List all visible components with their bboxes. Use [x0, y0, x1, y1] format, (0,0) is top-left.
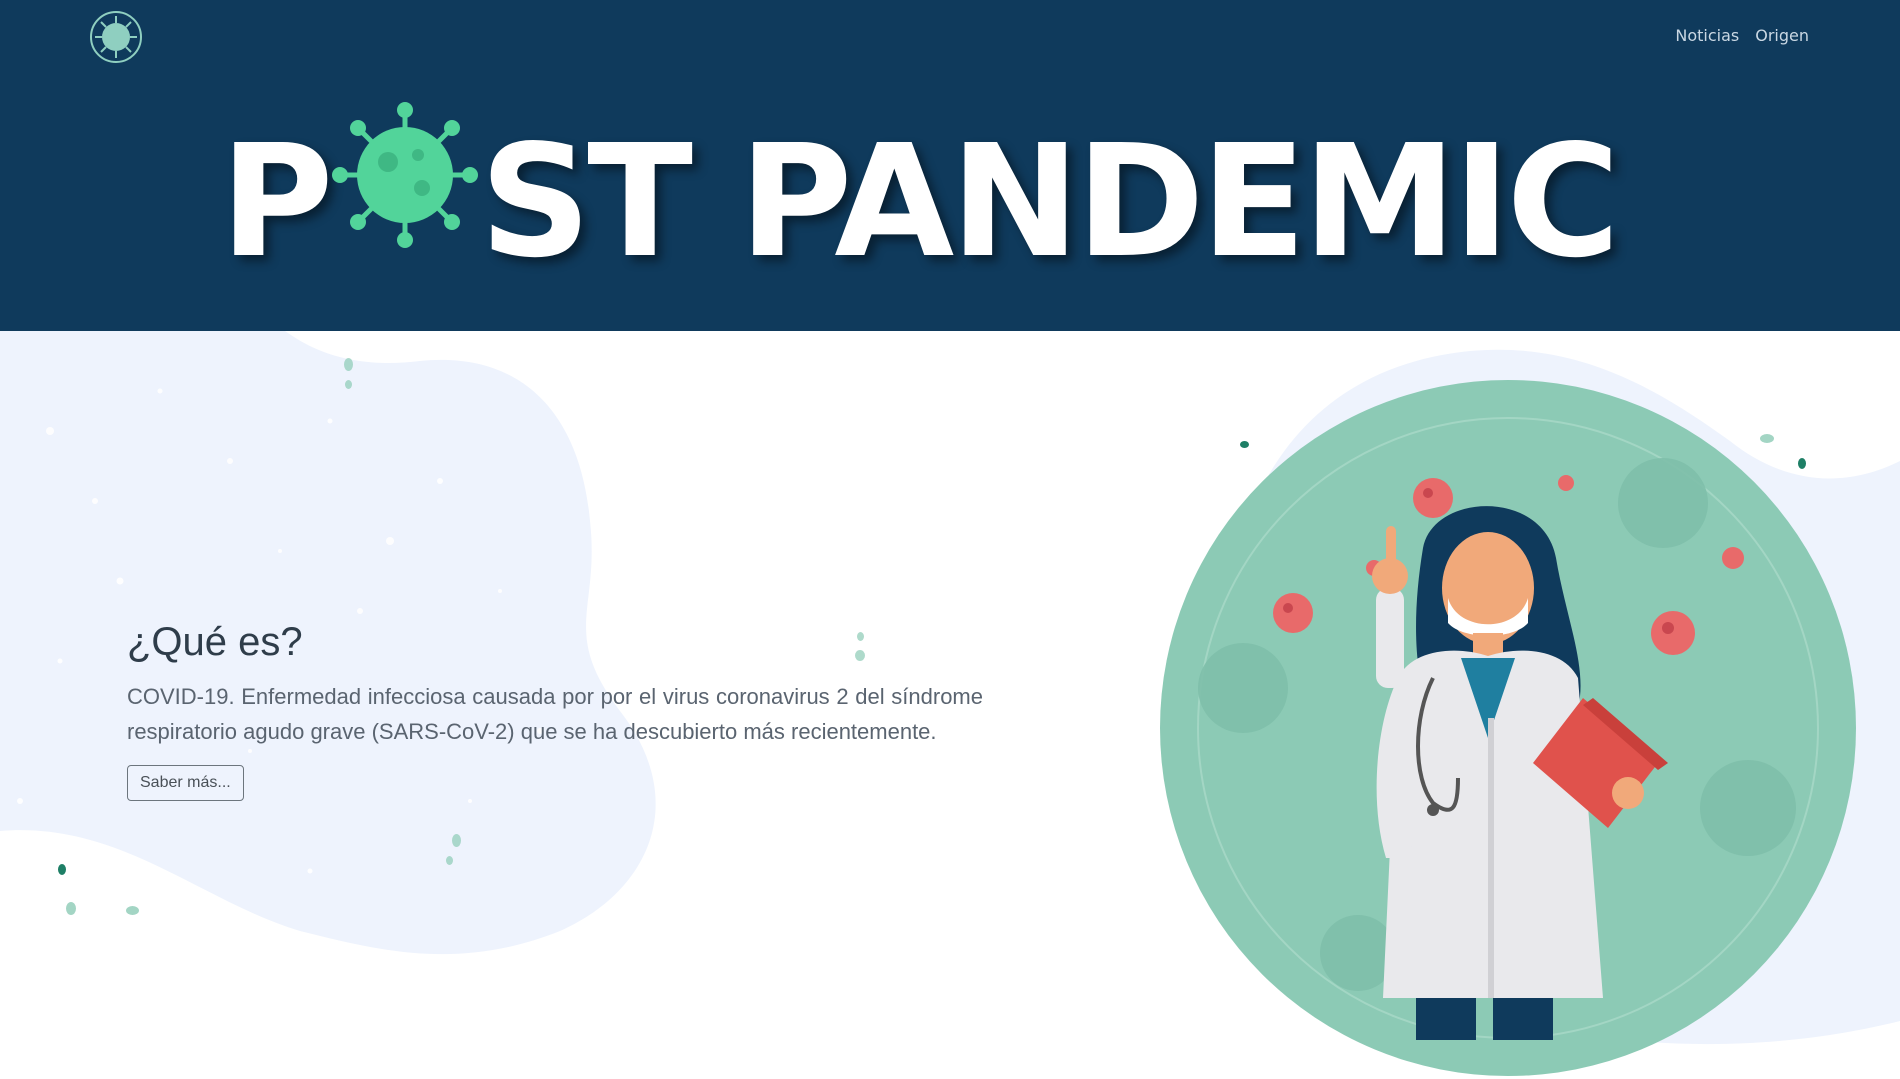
decor-dot [66, 902, 76, 915]
section-heading: ¿Qué es? [127, 620, 303, 664]
hero-content: ¿Qué es? COVID-19. Enfermedad infecciosa… [127, 620, 983, 801]
doctor-with-mask-illustration [1160, 380, 1856, 1076]
decor-dot [446, 856, 453, 865]
navbar: Noticias Origen [0, 0, 1900, 72]
nav-link-noticias[interactable]: Noticias [1675, 26, 1739, 45]
nav-link-origen[interactable]: Origen [1755, 26, 1809, 45]
banner-title-suffix: ST PANDEMIC [479, 111, 1621, 292]
banner-title-prefix: P [220, 111, 334, 292]
hero-banner: P ST PANDEMIC [0, 72, 1900, 331]
virus-icon [332, 102, 478, 248]
learn-more-button[interactable]: Saber más... [127, 765, 244, 801]
nav-links: Noticias Origen [1675, 26, 1809, 45]
virus-logo-icon[interactable] [89, 10, 143, 64]
decor-dot [452, 834, 461, 847]
decor-dot [344, 358, 353, 371]
decor-dot [126, 906, 139, 915]
section-description: COVID-19. Enfermedad infecciosa causada … [127, 684, 983, 744]
decor-dot [345, 380, 352, 389]
decor-dot [58, 864, 66, 875]
